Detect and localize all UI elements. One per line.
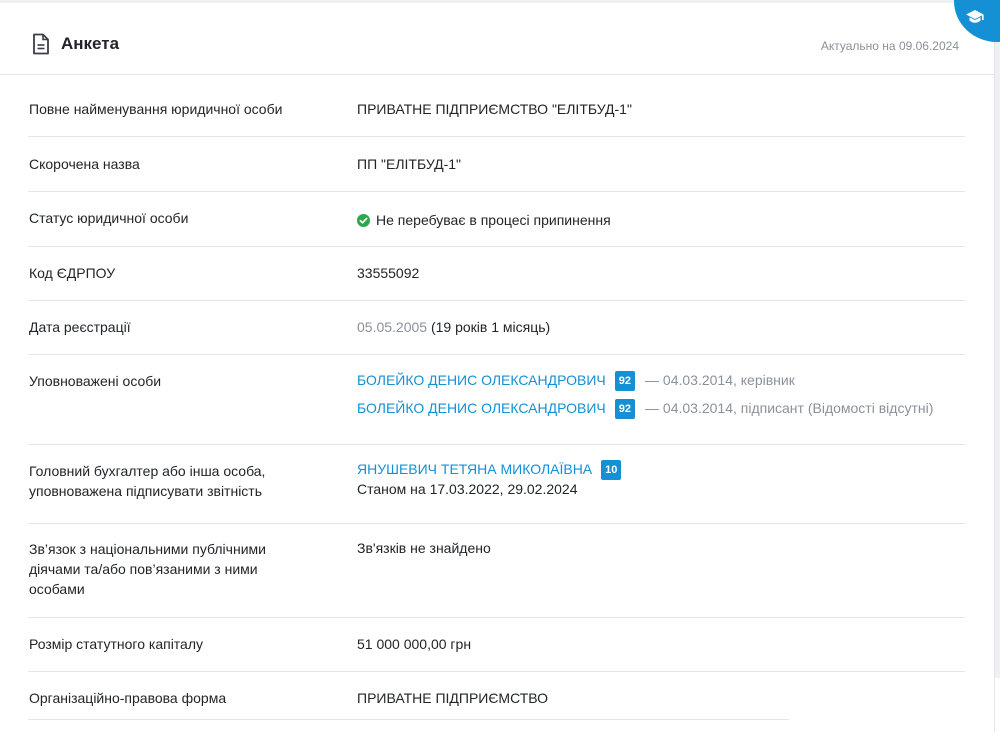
row-label: Головний бухгалтер або інша особа, уповн… <box>29 461 299 501</box>
row-value: ПРИВАТНЕ ПІДПРИЄМСТВО "ЕЛІТБУД-1" <box>357 101 632 117</box>
document-icon <box>33 33 49 55</box>
person-link[interactable]: БОЛЕЙКО ДЕНИС ОЛЕКСАНДРОВИЧ <box>357 400 606 416</box>
card-header: Анкета Актуально на 09.06.2024 <box>0 0 1000 75</box>
person-details: — 04.03.2014, керівник <box>645 372 795 388</box>
label-line: уповноважена підписувати звітність <box>29 483 263 499</box>
person-details: — 04.03.2014, підписант (Відомості відсу… <box>645 400 934 416</box>
authorized-person: БОЛЕЙКО ДЕНИС ОЛЕКСАНДРОВИЧ 92 — 04.03.201… <box>357 370 795 392</box>
person-badge[interactable]: 10 <box>601 460 622 481</box>
row-edrpou: Код ЄДРПОУ 33555092 <box>28 247 965 301</box>
actuality-date: Актуально на 09.06.2024 <box>820 39 959 53</box>
row-status: Статус юридичної особи Не перебуває в пр… <box>28 192 965 247</box>
row-label: Статус юридичної особи <box>29 210 189 226</box>
person-link[interactable]: БОЛЕЙКО ДЕНИС ОЛЕКСАНДРОВИЧ <box>357 372 606 388</box>
row-label: Організаційно-правова форма <box>29 690 227 706</box>
row-label: Повне найменування юридичної особи <box>29 101 283 117</box>
label-line: особами <box>29 581 85 597</box>
row-value: Зв'язків не знайдено <box>357 540 491 556</box>
profile-table: Повне найменування юридичної особи ПРИВА… <box>28 82 965 726</box>
row-value: ПРИВАТНЕ ПІДПРИЄМСТВО <box>357 690 549 706</box>
graduation-cap-icon <box>966 10 984 23</box>
row-value: Не перебуває в процесі припинення <box>357 210 611 230</box>
row-label: Дата реєстрації <box>29 319 131 335</box>
row-authorized: Уповноважені особи БОЛЕЙКО ДЕНИС ОЛЕКСАН… <box>28 355 965 445</box>
label-line: Зв’язок з національними публічними <box>29 541 266 557</box>
row-pep: Зв’язок з національними публічними діяча… <box>28 524 965 618</box>
row-label: Скорочена назва <box>29 156 140 172</box>
person-badge[interactable]: 92 <box>614 371 636 392</box>
row-value: 33555092 <box>357 265 420 281</box>
row-capital: Розмір статутного капіталу 51 000 000,00… <box>28 618 965 672</box>
row-accountant: Головний бухгалтер або інша особа, уповн… <box>28 445 965 524</box>
person-link[interactable]: ЯНУШЕВИЧ ТЕТЯНА МИКОЛАЇВНА <box>357 461 592 477</box>
status-text: Не перебуває в процесі припинення <box>376 212 611 228</box>
reg-date: 05.05.2005 <box>357 319 428 335</box>
row-value: 05.05.2005 (19 років 1 місяць) <box>357 317 550 337</box>
accountant-person: ЯНУШЕВИЧ ТЕТЯНА МИКОЛАЇВНА 10 <box>357 459 622 481</box>
page-title: Анкета <box>61 34 120 53</box>
person-badge[interactable]: 92 <box>614 399 636 420</box>
label-line: діячами та/або пов’язаними з ними <box>29 561 258 577</box>
tutorial-button[interactable] <box>954 0 1000 42</box>
authorized-person: БОЛЕЙКО ДЕНИС ОЛЕКСАНДРОВИЧ 92 — 04.03.201… <box>357 398 934 420</box>
row-short-name: Скорочена назва ПП "ЕЛІТБУД-1" <box>28 137 965 192</box>
row-legal-form: Організаційно-правова форма ПРИВАТНЕ ПІД… <box>28 672 965 726</box>
row-reg-date: Дата реєстрації 05.05.2005 (19 років 1 м… <box>28 301 965 355</box>
row-label: Розмір статутного капіталу <box>29 636 204 652</box>
check-circle-icon <box>357 214 370 227</box>
row-full-name: Повне найменування юридичної особи ПРИВА… <box>28 82 965 137</box>
row-label: Зв’язок з національними публічними діяча… <box>29 539 299 599</box>
reg-age: (19 років 1 місяць) <box>430 319 551 335</box>
divider <box>28 719 789 720</box>
row-value: 51 000 000,00 грн <box>357 636 472 652</box>
label-line: Головний бухгалтер або інша особа, <box>29 463 266 479</box>
row-label: Код ЄДРПОУ <box>29 265 116 281</box>
accountant-as-of: Станом на 17.03.2022, 29.02.2024 <box>357 481 578 497</box>
row-value: ПП "ЕЛІТБУД-1" <box>357 156 461 172</box>
row-label: Уповноважені особи <box>29 373 162 389</box>
